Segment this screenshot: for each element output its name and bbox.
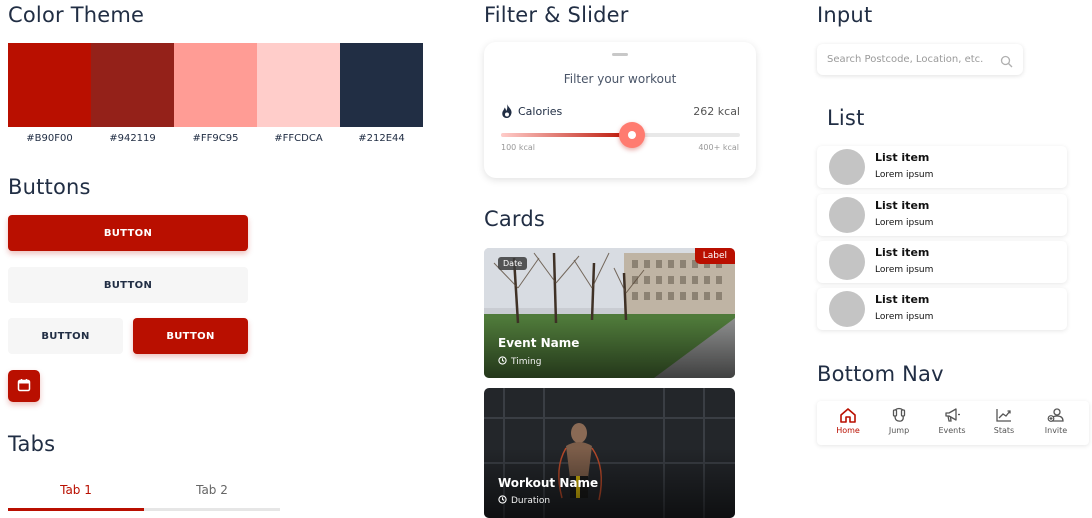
nav-item-events[interactable]: Events <box>932 407 972 441</box>
nav-item-jump[interactable]: Jump <box>879 407 919 441</box>
tab-active-indicator <box>8 508 144 511</box>
calendar-button[interactable] <box>8 370 40 402</box>
nav-label: Home <box>836 426 860 435</box>
avatar <box>829 291 865 327</box>
tab-bar: Tab 1 Tab 2 <box>8 478 280 514</box>
chart-icon <box>984 407 1024 423</box>
color-labels: #B90F00 #942119 #FF9C95 #FFCDCA #212E44 <box>8 133 423 144</box>
list-heading: List <box>827 106 865 130</box>
color-swatch-1 <box>8 43 91 127</box>
primary-button[interactable]: BUTTON <box>8 215 248 251</box>
color-swatch-2 <box>91 43 174 127</box>
invite-user-icon <box>1036 407 1076 423</box>
card-subtitle: Timing <box>511 357 542 367</box>
primary-small-button[interactable]: BUTTON <box>133 318 248 354</box>
clock-icon <box>498 356 507 368</box>
list-item-title: List item <box>875 246 930 259</box>
color-swatch-3 <box>174 43 257 127</box>
nav-label: Events <box>938 426 966 435</box>
list-item[interactable]: List item Lorem ipsum <box>817 241 1067 283</box>
home-icon <box>828 407 868 423</box>
avatar <box>829 149 865 185</box>
color-label: #212E44 <box>358 133 405 144</box>
tab-2[interactable]: Tab 2 <box>144 483 280 497</box>
calories-value: 262 kcal <box>693 105 740 118</box>
slider-max-label: 400+ kcal <box>698 143 739 152</box>
list-item-title: List item <box>875 199 930 212</box>
color-label: #B90F00 <box>26 133 73 144</box>
workout-card[interactable]: Workout Name Duration <box>484 388 735 518</box>
bottom-nav-heading: Bottom Nav <box>817 362 944 386</box>
calories-label: Calories <box>518 105 563 118</box>
calories-row: Calories 262 kcal <box>501 104 740 120</box>
megaphone-icon <box>932 407 972 423</box>
slider-min-label: 100 kcal <box>501 143 535 152</box>
cards-heading: Cards <box>484 207 546 231</box>
buttons-heading: Buttons <box>8 175 91 199</box>
filter-title: Filter your workout <box>563 72 677 86</box>
color-swatch-4 <box>257 43 340 127</box>
list-item-subtitle: Lorem ipsum <box>875 170 934 180</box>
bottom-nav: Home Jump Events Stats Invite <box>817 401 1089 445</box>
nav-item-home[interactable]: Home <box>828 407 868 441</box>
jump-rope-icon <box>879 407 919 423</box>
secondary-button[interactable]: BUTTON <box>8 267 248 303</box>
list-item-subtitle: Lorem ipsum <box>875 265 934 275</box>
card-subtitle-row: Timing <box>498 356 541 368</box>
list-item-title: List item <box>875 293 930 306</box>
date-chip: Date <box>498 257 528 270</box>
filter-slider-heading: Filter & Slider <box>484 3 629 27</box>
tab-1[interactable]: Tab 1 <box>8 483 144 497</box>
color-label: #942119 <box>109 133 156 144</box>
secondary-small-button[interactable]: BUTTON <box>8 318 123 354</box>
list-item[interactable]: List item Lorem ipsum <box>817 146 1067 188</box>
list-item[interactable]: List item Lorem ipsum <box>817 194 1067 236</box>
clock-icon <box>498 495 507 507</box>
nav-item-invite[interactable]: Invite <box>1036 407 1076 441</box>
card-subtitle: Duration <box>511 496 551 506</box>
drag-handle[interactable] <box>612 53 628 56</box>
color-palette <box>8 43 423 127</box>
search-icon[interactable] <box>1000 53 1013 68</box>
slider-thumb[interactable] <box>619 122 646 148</box>
filter-panel: Filter your workout Calories 262 kcal 10… <box>484 42 756 178</box>
card-title: Event Name <box>498 336 580 350</box>
flame-icon <box>501 104 513 121</box>
nav-label: Jump <box>888 426 910 435</box>
event-card[interactable]: Date Label Event Name Timing <box>484 248 735 378</box>
calorie-slider[interactable] <box>501 122 740 148</box>
avatar <box>829 197 865 233</box>
input-heading: Input <box>817 3 873 27</box>
color-label: #FF9C95 <box>192 133 239 144</box>
nav-item-stats[interactable]: Stats <box>984 407 1024 441</box>
color-label: #FFCDCA <box>274 133 323 144</box>
color-swatch-5 <box>340 43 423 127</box>
card-title: Workout Name <box>498 476 599 490</box>
slider-fill <box>501 133 633 137</box>
search-box <box>817 44 1023 75</box>
list-item-subtitle: Lorem ipsum <box>875 312 934 322</box>
card-subtitle-row: Duration <box>498 495 550 507</box>
list-item[interactable]: List item Lorem ipsum <box>817 288 1067 330</box>
tabs-heading: Tabs <box>8 432 56 456</box>
list-item-title: List item <box>875 151 930 164</box>
nav-label: Stats <box>993 426 1015 435</box>
calendar-icon <box>17 378 31 395</box>
list-item-subtitle: Lorem ipsum <box>875 218 934 228</box>
nav-label: Invite <box>1044 426 1068 435</box>
color-theme-heading: Color Theme <box>8 3 145 27</box>
avatar <box>829 244 865 280</box>
search-input[interactable] <box>827 44 997 75</box>
label-badge: Label <box>694 248 735 264</box>
